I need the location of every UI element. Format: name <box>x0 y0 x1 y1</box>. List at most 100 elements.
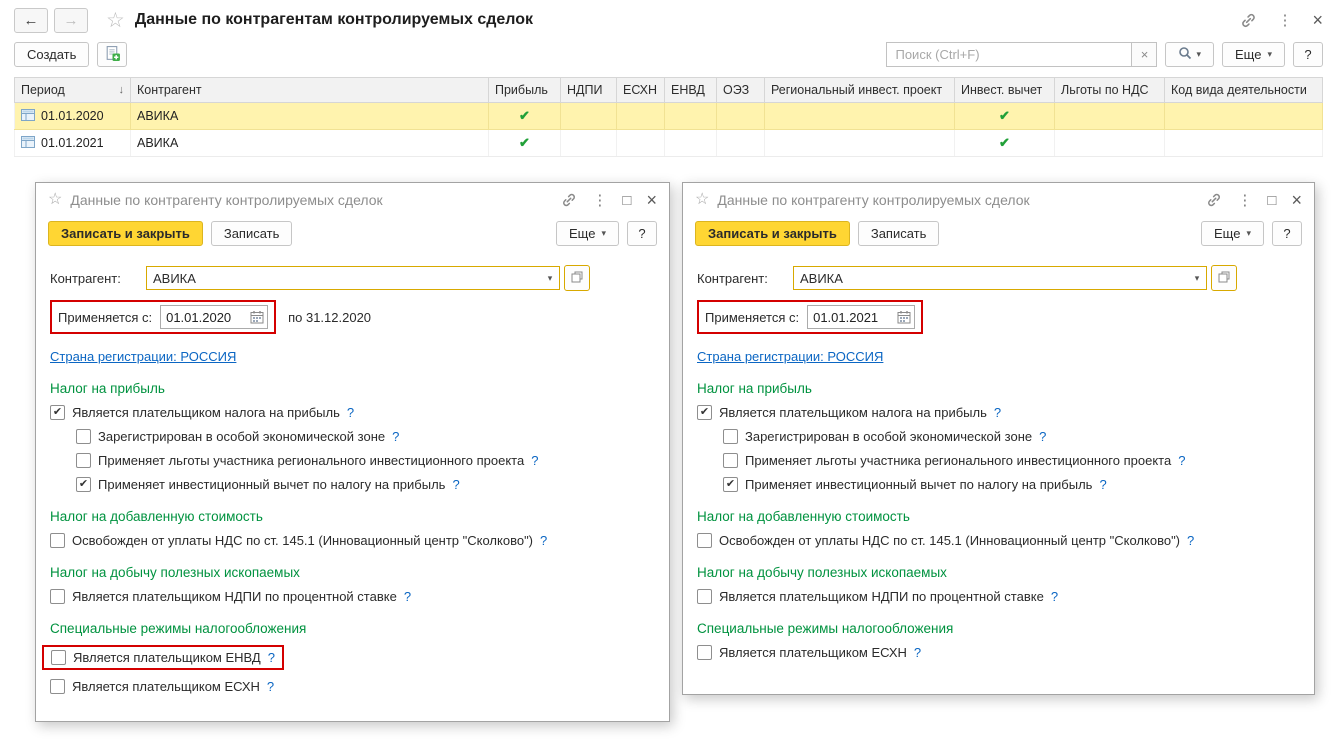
save-button[interactable]: Записать <box>211 221 293 246</box>
table-row[interactable]: 01.01.2021 АВИКА ✔ ✔ <box>15 130 1323 157</box>
checkbox-row: ✔ Зарегистрирован в особой экономической… <box>723 429 1300 444</box>
help-link[interactable]: ? <box>267 679 274 694</box>
section-header-vat: Налог на добавленную стоимость <box>697 509 1300 524</box>
maximize-icon[interactable]: □ <box>1267 193 1276 208</box>
help-link[interactable]: ? <box>531 453 538 468</box>
save-and-close-button[interactable]: Записать и закрыть <box>695 221 850 246</box>
help-link[interactable]: ? <box>914 645 921 660</box>
country-link[interactable]: Страна регистрации: РОССИЯ <box>50 349 236 364</box>
checkbox[interactable]: ✔ <box>50 405 65 420</box>
checkbox[interactable]: ✔ <box>51 650 66 665</box>
chevron-down-icon[interactable]: ▾ <box>541 273 559 284</box>
help-link[interactable]: ? <box>994 405 1001 420</box>
column-header-invest-deduction[interactable]: Инвест. вычет <box>955 78 1055 103</box>
help-link[interactable]: ? <box>1099 477 1106 492</box>
open-button[interactable] <box>564 265 590 291</box>
help-button[interactable]: ? <box>1272 221 1302 246</box>
column-header-ndpi[interactable]: НДПИ <box>561 78 617 103</box>
save-button[interactable]: Записать <box>858 221 940 246</box>
column-header-activity-code[interactable]: Код вида деятельности <box>1165 78 1323 103</box>
checkbox-row: ✔ Является плательщиком ЕНВД ? <box>50 645 655 670</box>
checkbox[interactable]: ✔ <box>697 405 712 420</box>
checkbox-label: Применяет льготы участника регионального… <box>98 453 524 468</box>
close-icon[interactable]: × <box>646 191 657 209</box>
checkbox[interactable]: ✔ <box>76 429 91 444</box>
checkbox[interactable]: ✔ <box>50 533 65 548</box>
checkbox[interactable]: ✔ <box>50 589 65 604</box>
favorite-star-icon[interactable]: ☆ <box>106 10 125 31</box>
table-row[interactable]: 01.01.2020 АВИКА ✔ ✔ <box>15 103 1323 130</box>
more-menu-icon[interactable]: ⋮ <box>1237 193 1252 208</box>
more-button[interactable]: Еще▾ <box>1201 221 1264 246</box>
more-button[interactable]: Еще ▾ <box>1222 42 1285 67</box>
help-link[interactable]: ? <box>1178 453 1185 468</box>
help-link[interactable]: ? <box>1039 429 1046 444</box>
create-button[interactable]: Создать <box>14 42 89 67</box>
column-header-vat-benefits[interactable]: Льготы по НДС <box>1055 78 1165 103</box>
column-header-regional-project[interactable]: Региональный инвест. проект <box>765 78 955 103</box>
maximize-icon[interactable]: □ <box>622 193 631 208</box>
search-clear-button[interactable]: × <box>1132 42 1157 67</box>
calendar-icon[interactable] <box>247 310 267 324</box>
copy-link-icon[interactable] <box>1206 192 1222 208</box>
help-link[interactable]: ? <box>540 533 547 548</box>
open-button[interactable] <box>1211 265 1237 291</box>
help-link[interactable]: ? <box>1051 589 1058 604</box>
dialog-command-bar: Записать и закрыть Записать Еще▾ ? <box>36 217 669 254</box>
help-link[interactable]: ? <box>1187 533 1194 548</box>
checkbox-label: Является плательщиком налога на прибыль <box>72 405 340 420</box>
more-menu-icon[interactable]: ⋮ <box>592 193 607 208</box>
create-copy-button[interactable] <box>97 42 127 67</box>
checkbox-label: Применяет льготы участника регионального… <box>745 453 1171 468</box>
copy-link-icon[interactable] <box>561 192 577 208</box>
country-link[interactable]: Страна регистрации: РОССИЯ <box>697 349 883 364</box>
column-header-counterparty[interactable]: Контрагент <box>131 78 489 103</box>
checkbox[interactable]: ✔ <box>697 645 712 660</box>
checkbox[interactable]: ✔ <box>76 453 91 468</box>
more-button[interactable]: Еще▾ <box>556 221 619 246</box>
checkbox[interactable]: ✔ <box>697 533 712 548</box>
help-button[interactable]: ? <box>627 221 657 246</box>
help-link[interactable]: ? <box>452 477 459 492</box>
column-header-envd[interactable]: ЕНВД <box>665 78 717 103</box>
help-link[interactable]: ? <box>392 429 399 444</box>
favorite-star-icon[interactable]: ☆ <box>48 192 62 208</box>
favorite-star-icon[interactable]: ☆ <box>695 192 709 208</box>
back-button[interactable]: ← <box>14 8 48 33</box>
copy-link-icon[interactable] <box>1240 12 1257 29</box>
column-header-profit[interactable]: Прибыль <box>489 78 561 103</box>
counterparty-combobox[interactable]: АВИКА ▾ <box>793 266 1207 290</box>
list-toolbar: Создать × ▾ Еще ▾ ? <box>0 40 1337 75</box>
chevron-down-icon[interactable]: ▾ <box>1188 273 1206 284</box>
close-icon[interactable]: × <box>1312 11 1323 29</box>
checkbox[interactable]: ✔ <box>50 679 65 694</box>
calendar-icon[interactable] <box>894 310 914 324</box>
search-input[interactable] <box>886 42 1132 67</box>
checkbox[interactable]: ✔ <box>697 589 712 604</box>
checkbox[interactable]: ✔ <box>76 477 91 492</box>
applies-from-input[interactable] <box>161 310 247 325</box>
forward-button[interactable]: → <box>54 8 88 33</box>
column-header-period[interactable]: Период ↓ <box>15 78 131 103</box>
help-button[interactable]: ? <box>1293 42 1323 67</box>
counterparty-combobox[interactable]: АВИКА ▾ <box>146 266 560 290</box>
applies-from-date-field[interactable] <box>160 305 268 329</box>
help-link[interactable]: ? <box>268 650 275 665</box>
counterparty-label: Контрагент: <box>697 271 793 286</box>
column-header-oez[interactable]: ОЭЗ <box>717 78 765 103</box>
applies-from-date-field[interactable] <box>807 305 915 329</box>
more-menu-icon[interactable]: ⋮ <box>1277 13 1292 28</box>
help-link[interactable]: ? <box>404 589 411 604</box>
close-icon[interactable]: × <box>1291 191 1302 209</box>
applies-from-input[interactable] <box>808 310 894 325</box>
checkbox[interactable]: ✔ <box>723 477 738 492</box>
search-options-button[interactable]: ▾ <box>1165 42 1214 67</box>
checkbox-label: Является плательщиком НДПИ по процентной… <box>72 589 397 604</box>
help-link[interactable]: ? <box>347 405 354 420</box>
column-header-eshn[interactable]: ЕСХН <box>617 78 665 103</box>
profit-flag-cell: ✔ <box>489 130 561 157</box>
checkbox[interactable]: ✔ <box>723 429 738 444</box>
sort-desc-icon: ↓ <box>119 84 125 96</box>
save-and-close-button[interactable]: Записать и закрыть <box>48 221 203 246</box>
checkbox[interactable]: ✔ <box>723 453 738 468</box>
